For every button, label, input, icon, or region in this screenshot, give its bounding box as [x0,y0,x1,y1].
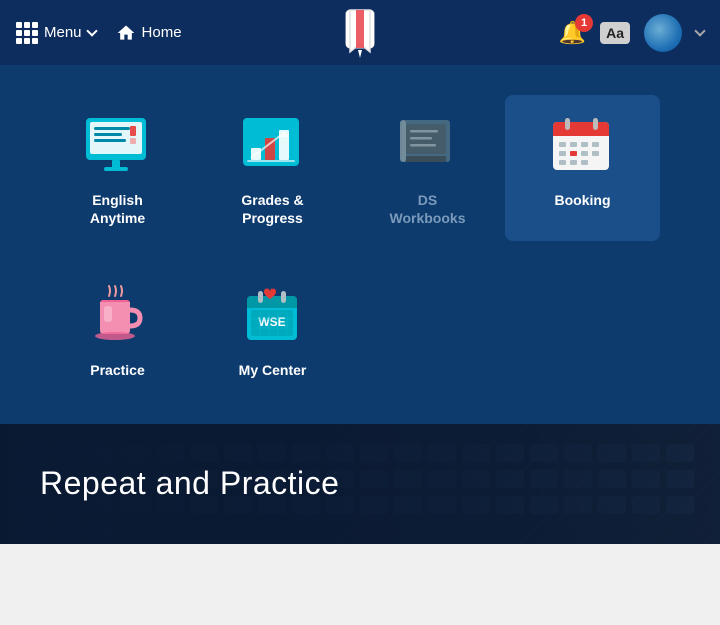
ds-workbooks-icon [388,112,468,177]
dropdown-panel: EnglishAnytime Grades &Pr [0,65,720,424]
my-center-icon-wrap: WSE [233,279,313,349]
navbar: Menu Home 🔔 1 Aa [0,0,720,65]
menu-button[interactable]: Menu [16,22,96,44]
nav-right: 🔔 1 Aa [559,14,704,52]
bottom-text: Repeat and Practice [0,465,339,502]
logo-icon [342,8,378,58]
notification-badge: 1 [575,14,593,32]
menu-chevron-icon [86,25,97,36]
booking-label: Booking [555,191,611,209]
menu-item-ds-workbooks[interactable]: DSWorkbooks [350,95,505,241]
font-size-button[interactable]: Aa [600,22,630,44]
my-center-label: My Center [239,361,307,379]
grid-icon [16,22,38,44]
menu-label: Menu [44,24,82,41]
avatar-image [644,14,682,52]
practice-icon [78,282,158,347]
english-anytime-icon [78,112,158,177]
home-button[interactable]: Home [116,23,182,43]
practice-label: Practice [90,361,144,379]
menu-row-1: EnglishAnytime Grades &Pr [40,95,680,241]
grades-progress-label: Grades &Progress [241,191,303,227]
grades-progress-icon-wrap [233,109,313,179]
menu-item-practice[interactable]: Practice [40,265,195,393]
english-anytime-label: EnglishAnytime [90,191,145,227]
home-label: Home [142,24,182,41]
menu-item-my-center[interactable]: WSE My Center [195,265,350,393]
home-icon [116,23,136,43]
ds-workbooks-label: DSWorkbooks [390,191,466,227]
bottom-section: Repeat and Practice [0,424,720,544]
ds-workbooks-icon-wrap [388,109,468,179]
svg-text:WSE: WSE [258,315,285,329]
menu-item-english-anytime[interactable]: EnglishAnytime [40,95,195,241]
grades-progress-icon [233,112,313,177]
nav-left: Menu Home [16,22,182,44]
notification-bell[interactable]: 🔔 1 [559,20,586,46]
logo [342,8,378,58]
my-center-icon: WSE [233,282,313,347]
menu-row-2: Practice WSE [40,265,680,393]
menu-item-booking[interactable]: Booking [505,95,660,241]
booking-icon-wrap [543,109,623,179]
practice-icon-wrap [78,279,158,349]
booking-icon [543,112,623,177]
english-anytime-icon-wrap [78,109,158,179]
menu-item-grades-progress[interactable]: Grades &Progress [195,95,350,241]
avatar[interactable] [644,14,682,52]
profile-chevron-icon[interactable] [694,25,705,36]
